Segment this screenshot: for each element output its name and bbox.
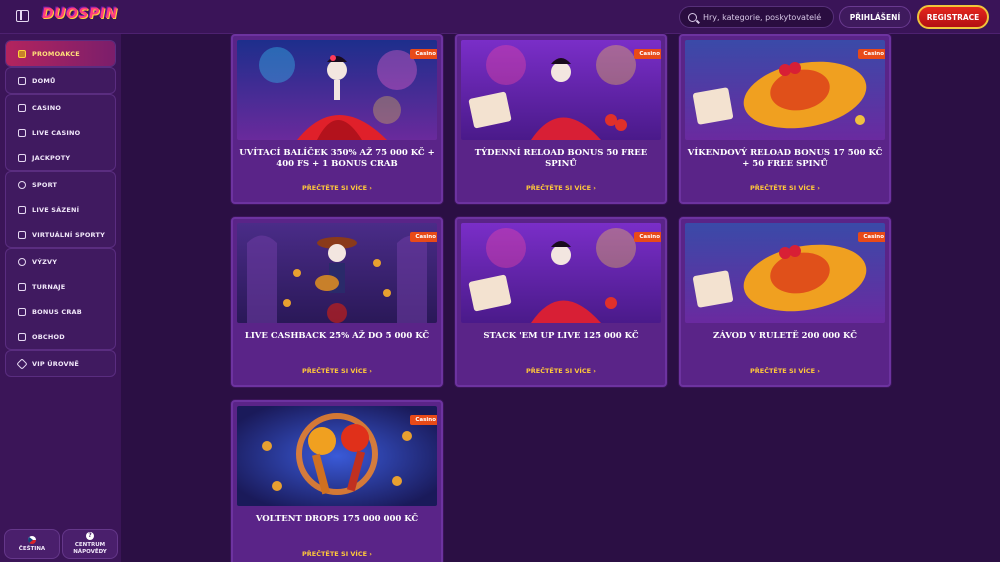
sidebar-item-casino[interactable]: CASINO xyxy=(6,95,115,120)
nav-group-extras: VÝZVY TURNAJE BONUS CRAB OBCHOD xyxy=(5,248,116,350)
promo-title: UVÍTACÍ BALÍČEK 350% AŽ 75 000 KČ + 400 … xyxy=(239,148,435,169)
sidebar-item-label: LIVE SÁZENÍ xyxy=(32,205,80,214)
promo-image-stack-em-up: Casino xyxy=(461,223,661,323)
promo-title: VÍKENDOVÝ RELOAD BONUS 17 500 KČ + 50 FR… xyxy=(687,148,883,169)
medal-icon xyxy=(18,257,26,266)
sidebar-item-virtual-sports[interactable]: VIRTUÁLNÍ SPORTY xyxy=(6,222,115,247)
czech-flag-icon xyxy=(28,535,36,544)
cards-icon xyxy=(18,128,26,137)
diamond-icon xyxy=(16,357,28,370)
language-button[interactable]: ČEŠTINA xyxy=(4,529,60,559)
promo-image-roulette-race: Casino xyxy=(685,223,885,323)
login-button[interactable]: PŘIHLÁŠENÍ xyxy=(839,6,911,28)
shop-icon xyxy=(18,332,26,341)
promo-title: VOLTENT DROPS 175 000 000 KČ xyxy=(255,514,419,524)
sidebar-item-label: PROMOAKCE xyxy=(32,49,80,58)
promo-title: TÝDENNÍ RELOAD BONUS 50 FREE SPINŮ xyxy=(474,148,648,169)
sidebar-item-tournaments[interactable]: TURNAJE xyxy=(6,274,115,299)
read-more-link[interactable]: PŘEČTĚTE SI VÍCE › xyxy=(233,550,441,558)
read-more-link[interactable]: PŘEČTĚTE SI VÍCE › xyxy=(681,184,889,192)
sidebar-toggle-icon[interactable] xyxy=(16,10,29,22)
play-icon xyxy=(18,205,26,214)
gamepad-icon xyxy=(18,230,26,239)
help-icon: ? xyxy=(86,532,94,540)
promo-image-live-cashback: Casino xyxy=(237,223,437,323)
category-badge: Casino xyxy=(410,415,437,425)
read-more-link[interactable]: PŘEČTĚTE SI VÍCE › xyxy=(233,184,441,192)
promo-card[interactable]: Casino TÝDENNÍ RELOAD BONUS 50 FREE SPIN… xyxy=(455,34,667,204)
promo-image-weekend-reload: Casino xyxy=(685,40,885,140)
sidebar-item-label: OBCHOD xyxy=(32,332,65,341)
sidebar-item-label: VÝZVY xyxy=(32,257,58,266)
nav-group-vip: VIP ÚROVNĚ xyxy=(5,350,116,377)
nav-group-casino: CASINO LIVE CASINO JACKPOTY xyxy=(5,94,116,171)
promo-title: STACK 'EM UP LIVE 125 000 KČ xyxy=(483,331,639,341)
promo-image-weekly-reload: Casino xyxy=(461,40,661,140)
sidebar-item-label: DOMŮ xyxy=(32,76,56,85)
sidebar-item-bonus-crab[interactable]: BONUS CRAB xyxy=(6,299,115,324)
read-more-link[interactable]: PŘEČTĚTE SI VÍCE › xyxy=(681,367,889,375)
sidebar-item-vip[interactable]: VIP ÚROVNĚ xyxy=(6,351,115,376)
promo-image-welcome: Casino xyxy=(237,40,437,140)
search-icon xyxy=(688,12,697,22)
promo-title: ZÁVOD V RULETĚ 200 000 KČ xyxy=(713,331,857,341)
nav-group-sport: SPORT LIVE SÁZENÍ VIRTUÁLNÍ SPORTY xyxy=(5,171,116,248)
promo-title: LIVE CASHBACK 25% AŽ DO 5 000 KČ xyxy=(244,331,430,341)
top-header: DUOSPIN PŘIHLÁŠENÍ REGISTRACE xyxy=(0,0,1000,34)
search-box[interactable] xyxy=(679,6,834,28)
category-badge: Casino xyxy=(634,232,661,242)
promo-card[interactable]: Casino VOLTENT DROPS 175 000 000 KČ PŘEČ… xyxy=(231,400,443,562)
sidebar-item-label: JACKPOTY xyxy=(32,153,71,162)
help-label-line2: NÁPOVĚDY xyxy=(73,549,107,555)
ball-icon xyxy=(18,180,26,189)
sidebar-item-label: VIP ÚROVNĚ xyxy=(32,359,80,368)
read-more-link[interactable]: PŘEČTĚTE SI VÍCE › xyxy=(457,367,665,375)
sidebar-item-home[interactable]: DOMŮ xyxy=(6,68,115,93)
category-badge: Casino xyxy=(634,49,661,59)
sidebar-item-label: SPORT xyxy=(32,180,58,189)
promo-image-voltent-drops: Casino xyxy=(237,406,437,506)
read-more-link[interactable]: PŘEČTĚTE SI VÍCE › xyxy=(457,184,665,192)
help-center-button[interactable]: ? CENTRUM NÁPOVĚDY xyxy=(62,529,118,559)
promo-card[interactable]: Casino LIVE CASHBACK 25% AŽ DO 5 000 KČ … xyxy=(231,217,443,387)
help-label-line1: CENTRUM xyxy=(74,542,106,548)
trophy-icon xyxy=(18,282,26,291)
search-input[interactable] xyxy=(703,12,828,22)
sidebar-item-jackpots[interactable]: JACKPOTY xyxy=(6,145,115,170)
sidebar-item-label: CASINO xyxy=(32,103,62,112)
logo[interactable]: DUOSPIN xyxy=(42,6,118,26)
sidebar-item-label: BONUS CRAB xyxy=(32,307,82,316)
sidebar-item-promo[interactable]: PROMOAKCE xyxy=(6,41,115,66)
sidebar-item-sport[interactable]: SPORT xyxy=(6,172,115,197)
category-badge: Casino xyxy=(858,49,885,59)
sidebar-item-shop[interactable]: OBCHOD xyxy=(6,324,115,349)
gift-icon xyxy=(18,49,26,58)
promo-card[interactable]: Casino STACK 'EM UP LIVE 125 000 KČ PŘEČ… xyxy=(455,217,667,387)
register-button[interactable]: REGISTRACE xyxy=(917,5,989,29)
nav-group-promo: PROMOAKCE xyxy=(5,40,116,67)
promo-card[interactable]: Casino VÍKENDOVÝ RELOAD BONUS 17 500 KČ … xyxy=(679,34,891,204)
sidebar-item-label: LIVE CASINO xyxy=(32,128,81,137)
promo-card[interactable]: Casino ZÁVOD V RULETĚ 200 000 KČ PŘEČTĚT… xyxy=(679,217,891,387)
sidebar-item-live-casino[interactable]: LIVE CASINO xyxy=(6,120,115,145)
sidebar-item-challenges[interactable]: VÝZVY xyxy=(6,249,115,274)
language-label: ČEŠTINA xyxy=(18,545,46,552)
sidebar-item-live-bets[interactable]: LIVE SÁZENÍ xyxy=(6,197,115,222)
clover-icon xyxy=(18,153,26,162)
sidebar-item-label: TURNAJE xyxy=(32,282,66,291)
slot-machine-icon xyxy=(18,103,26,112)
category-badge: Casino xyxy=(410,49,437,59)
crab-icon xyxy=(18,307,26,316)
promo-card[interactable]: Casino UVÍTACÍ BALÍČEK 350% AŽ 75 000 KČ… xyxy=(231,34,443,204)
sidebar-item-label: VIRTUÁLNÍ SPORTY xyxy=(32,230,105,239)
read-more-link[interactable]: PŘEČTĚTE SI VÍCE › xyxy=(233,367,441,375)
category-badge: Casino xyxy=(858,232,885,242)
nav-group-home: DOMŮ xyxy=(5,67,116,94)
category-badge: Casino xyxy=(410,232,437,242)
home-icon xyxy=(18,76,26,85)
promotions-grid: Casino UVÍTACÍ BALÍČEK 350% AŽ 75 000 KČ… xyxy=(121,34,1000,562)
sidebar: PROMOAKCE DOMŮ CASINO LIVE CASINO JACKPO… xyxy=(0,34,121,562)
